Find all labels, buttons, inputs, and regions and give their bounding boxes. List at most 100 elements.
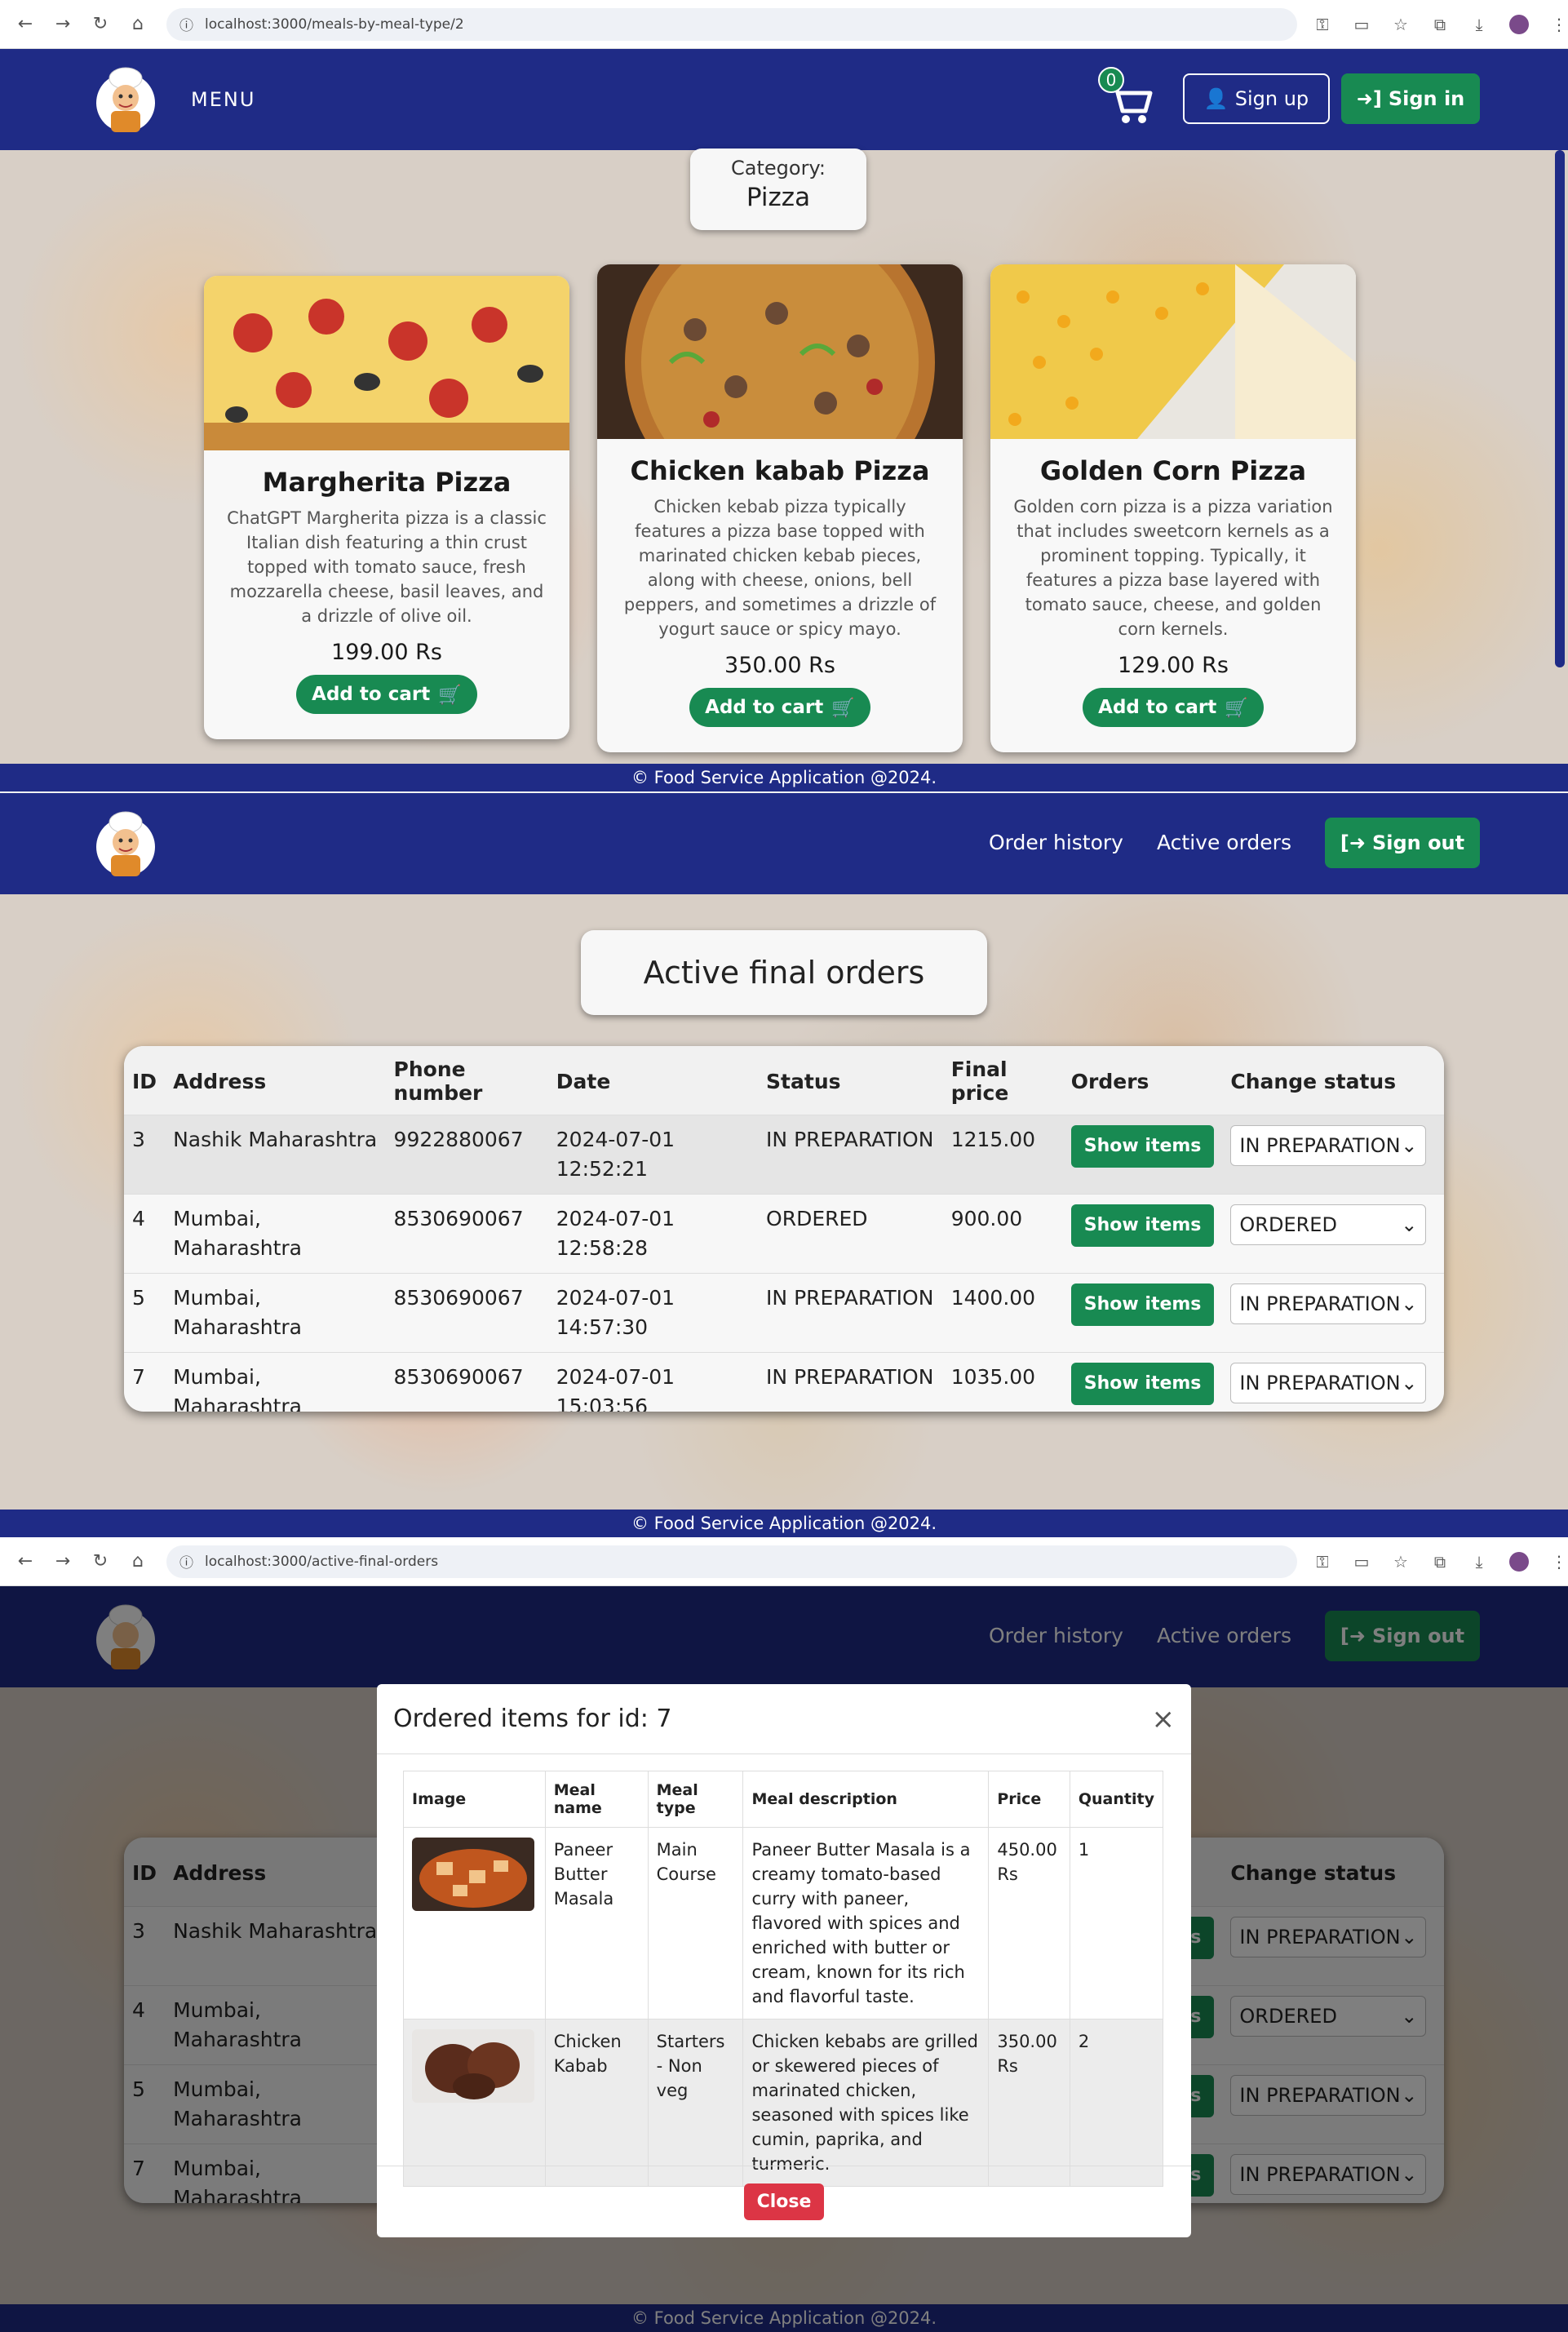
- cart-button[interactable]: 0: [1098, 67, 1157, 132]
- col-header: Phone number: [385, 1046, 548, 1115]
- col-header: Meal name: [544, 1771, 649, 1828]
- meal-name: Golden Corn Pizza: [1039, 455, 1307, 486]
- meal-price: 350.00 Rs: [724, 653, 835, 678]
- item-description: Chicken kebabs are grilled or skewered p…: [742, 2019, 990, 2187]
- order-address: Mumbai, Maharashtra: [165, 1352, 386, 1412]
- browser-toolbar: ← → ↻ ⌂ ⓘ localhost:3000/active-final-or…: [0, 1537, 1568, 1586]
- cast-icon[interactable]: ▭: [1353, 1552, 1371, 1572]
- nav-active-orders[interactable]: Active orders: [1157, 831, 1291, 854]
- bookmark-star-icon[interactable]: ☆: [1392, 1552, 1410, 1572]
- table-row: 3 Nashik Maharashtra 9922880067 2024-07-…: [124, 1115, 1444, 1195]
- status-select[interactable]: IN PREPARATION⌄: [1230, 1363, 1427, 1403]
- status-select[interactable]: ORDERED ⌄: [1230, 1204, 1427, 1245]
- add-to-cart-button[interactable]: Add to cart 🛒: [689, 688, 870, 727]
- extensions-icon[interactable]: ⧉: [1431, 15, 1449, 34]
- col-header: Date: [547, 1046, 759, 1115]
- ordered-items-modal: Ordered items for id: 7 × Image Meal nam…: [377, 1684, 1191, 2237]
- meal-description: Chicken kebab pizza typically features a…: [623, 497, 937, 639]
- home-icon[interactable]: ⌂: [129, 1551, 147, 1572]
- signout-button[interactable]: [➜ Sign out: [1325, 818, 1480, 868]
- page-footer: © Food Service Application @2024.: [0, 1510, 1568, 1537]
- order-address: Mumbai, Maharashtra: [165, 1194, 386, 1274]
- add-to-cart-button[interactable]: Add to cart 🛒: [1083, 688, 1264, 727]
- show-items-button[interactable]: Show items: [1070, 1125, 1215, 1168]
- page-scrollbar[interactable]: [1555, 150, 1565, 667]
- col-header: Change status: [1222, 1046, 1444, 1115]
- status-select[interactable]: IN PREPARATION⌄: [1230, 1283, 1427, 1324]
- back-icon[interactable]: ←: [16, 1551, 34, 1572]
- order-date: 2024-07-01 12:58:28: [547, 1194, 759, 1274]
- profile-avatar[interactable]: [1509, 1551, 1529, 1572]
- add-to-cart-button[interactable]: Add to cart 🛒: [296, 675, 477, 714]
- more-menu-icon[interactable]: ⋮: [1550, 1552, 1568, 1572]
- cart-icon: 🛒: [438, 684, 462, 706]
- menu-link[interactable]: MENU: [191, 88, 255, 111]
- item-description: Paneer Butter Masala is a creamy tomato-…: [742, 1827, 990, 2019]
- add-to-cart-label: Add to cart: [1098, 697, 1217, 718]
- key-icon[interactable]: ⚿: [1313, 15, 1331, 34]
- meal-image: [597, 264, 963, 517]
- order-phone: 8530690067: [385, 1273, 548, 1353]
- item-name: Chicken Kabab: [544, 2019, 649, 2187]
- extensions-icon[interactable]: ⧉: [1431, 1552, 1449, 1572]
- forward-icon[interactable]: →: [54, 14, 72, 34]
- show-items-button[interactable]: Show items: [1070, 1204, 1215, 1247]
- status-select-value: ORDERED: [1239, 1213, 1337, 1236]
- cart-icon: 🛒: [831, 697, 855, 719]
- meal-price: 129.00 Rs: [1118, 653, 1229, 678]
- address-bar[interactable]: ⓘ localhost:3000/active-final-orders: [166, 1545, 1297, 1578]
- close-button[interactable]: Close: [743, 2183, 825, 2220]
- address-bar[interactable]: ⓘ localhost:3000/meals-by-meal-type/2: [166, 7, 1297, 41]
- nav-order-history[interactable]: Order history: [989, 831, 1123, 854]
- meal-image: [990, 264, 1356, 439]
- show-items-button[interactable]: Show items: [1070, 1283, 1215, 1326]
- status-select[interactable]: IN PREPARATION⌄: [1230, 1125, 1427, 1166]
- signin-button[interactable]: ➜] Sign in: [1341, 73, 1480, 124]
- cast-icon[interactable]: ▭: [1353, 15, 1371, 34]
- site-info-icon[interactable]: ⓘ: [179, 14, 193, 34]
- order-date: 2024-07-01 12:52:21: [547, 1115, 759, 1195]
- meal-price: 199.00 Rs: [331, 640, 442, 665]
- order-status: ORDERED: [758, 1194, 943, 1274]
- page-footer: © Food Service Application @2024.: [0, 764, 1568, 791]
- add-to-cart-label: Add to cart: [705, 697, 824, 718]
- chevron-down-icon: ⌄: [1401, 1213, 1418, 1236]
- download-icon[interactable]: ⤓: [1470, 15, 1488, 34]
- site-info-icon[interactable]: ⓘ: [179, 1551, 193, 1572]
- table-row: Chicken Kabab Starters - Non veg Chicken…: [403, 2019, 1164, 2187]
- modal-title: Ordered items for id: 7: [393, 1705, 672, 1733]
- more-menu-icon[interactable]: ⋮: [1550, 15, 1568, 34]
- table-row: 7 Mumbai, Maharashtra 8530690067 2024-07…: [124, 1352, 1444, 1412]
- signout-icon: [➜: [1340, 831, 1366, 854]
- signup-label: Sign up: [1234, 87, 1309, 110]
- col-header: Address: [165, 1046, 386, 1115]
- order-price: 1215.00: [942, 1115, 1063, 1195]
- col-header: Final price: [942, 1046, 1063, 1115]
- active-orders-screen: Order history Active orders [➜ Sign out …: [0, 793, 1568, 1537]
- user-icon: 👤: [1203, 87, 1229, 110]
- profile-avatar[interactable]: [1509, 14, 1529, 34]
- close-icon[interactable]: ×: [1152, 1703, 1176, 1736]
- forward-icon[interactable]: →: [54, 1551, 72, 1572]
- chevron-down-icon: ⌄: [1401, 1292, 1418, 1315]
- top-navbar: MENU 0 👤 Sign up ➜] Sign in: [0, 49, 1568, 150]
- order-status: IN PREPARATION: [758, 1273, 943, 1353]
- back-icon[interactable]: ←: [16, 14, 34, 34]
- chef-logo[interactable]: [91, 64, 160, 135]
- item-quantity: 1: [1069, 1827, 1164, 2019]
- status-select-value: IN PREPARATION: [1239, 1292, 1401, 1315]
- reload-icon[interactable]: ↻: [91, 1551, 109, 1572]
- bookmark-star-icon[interactable]: ☆: [1392, 15, 1410, 34]
- show-items-button[interactable]: Show items: [1070, 1363, 1215, 1405]
- chef-logo[interactable]: [91, 808, 160, 880]
- reload-icon[interactable]: ↻: [91, 14, 109, 34]
- meals-screen: ← → ↻ ⌂ ⓘ localhost:3000/meals-by-meal-t…: [0, 0, 1568, 791]
- download-icon[interactable]: ⤓: [1470, 1552, 1488, 1572]
- signup-button[interactable]: 👤 Sign up: [1183, 73, 1330, 124]
- col-header: Quantity: [1069, 1771, 1164, 1828]
- top-navbar: Order history Active orders [➜ Sign out: [0, 793, 1568, 894]
- meal-card: Golden Corn Pizza Golden corn pizza is a…: [990, 264, 1356, 752]
- key-icon[interactable]: ⚿: [1313, 1552, 1331, 1572]
- home-icon[interactable]: ⌂: [129, 14, 147, 34]
- page-title: Active final orders: [581, 930, 987, 1015]
